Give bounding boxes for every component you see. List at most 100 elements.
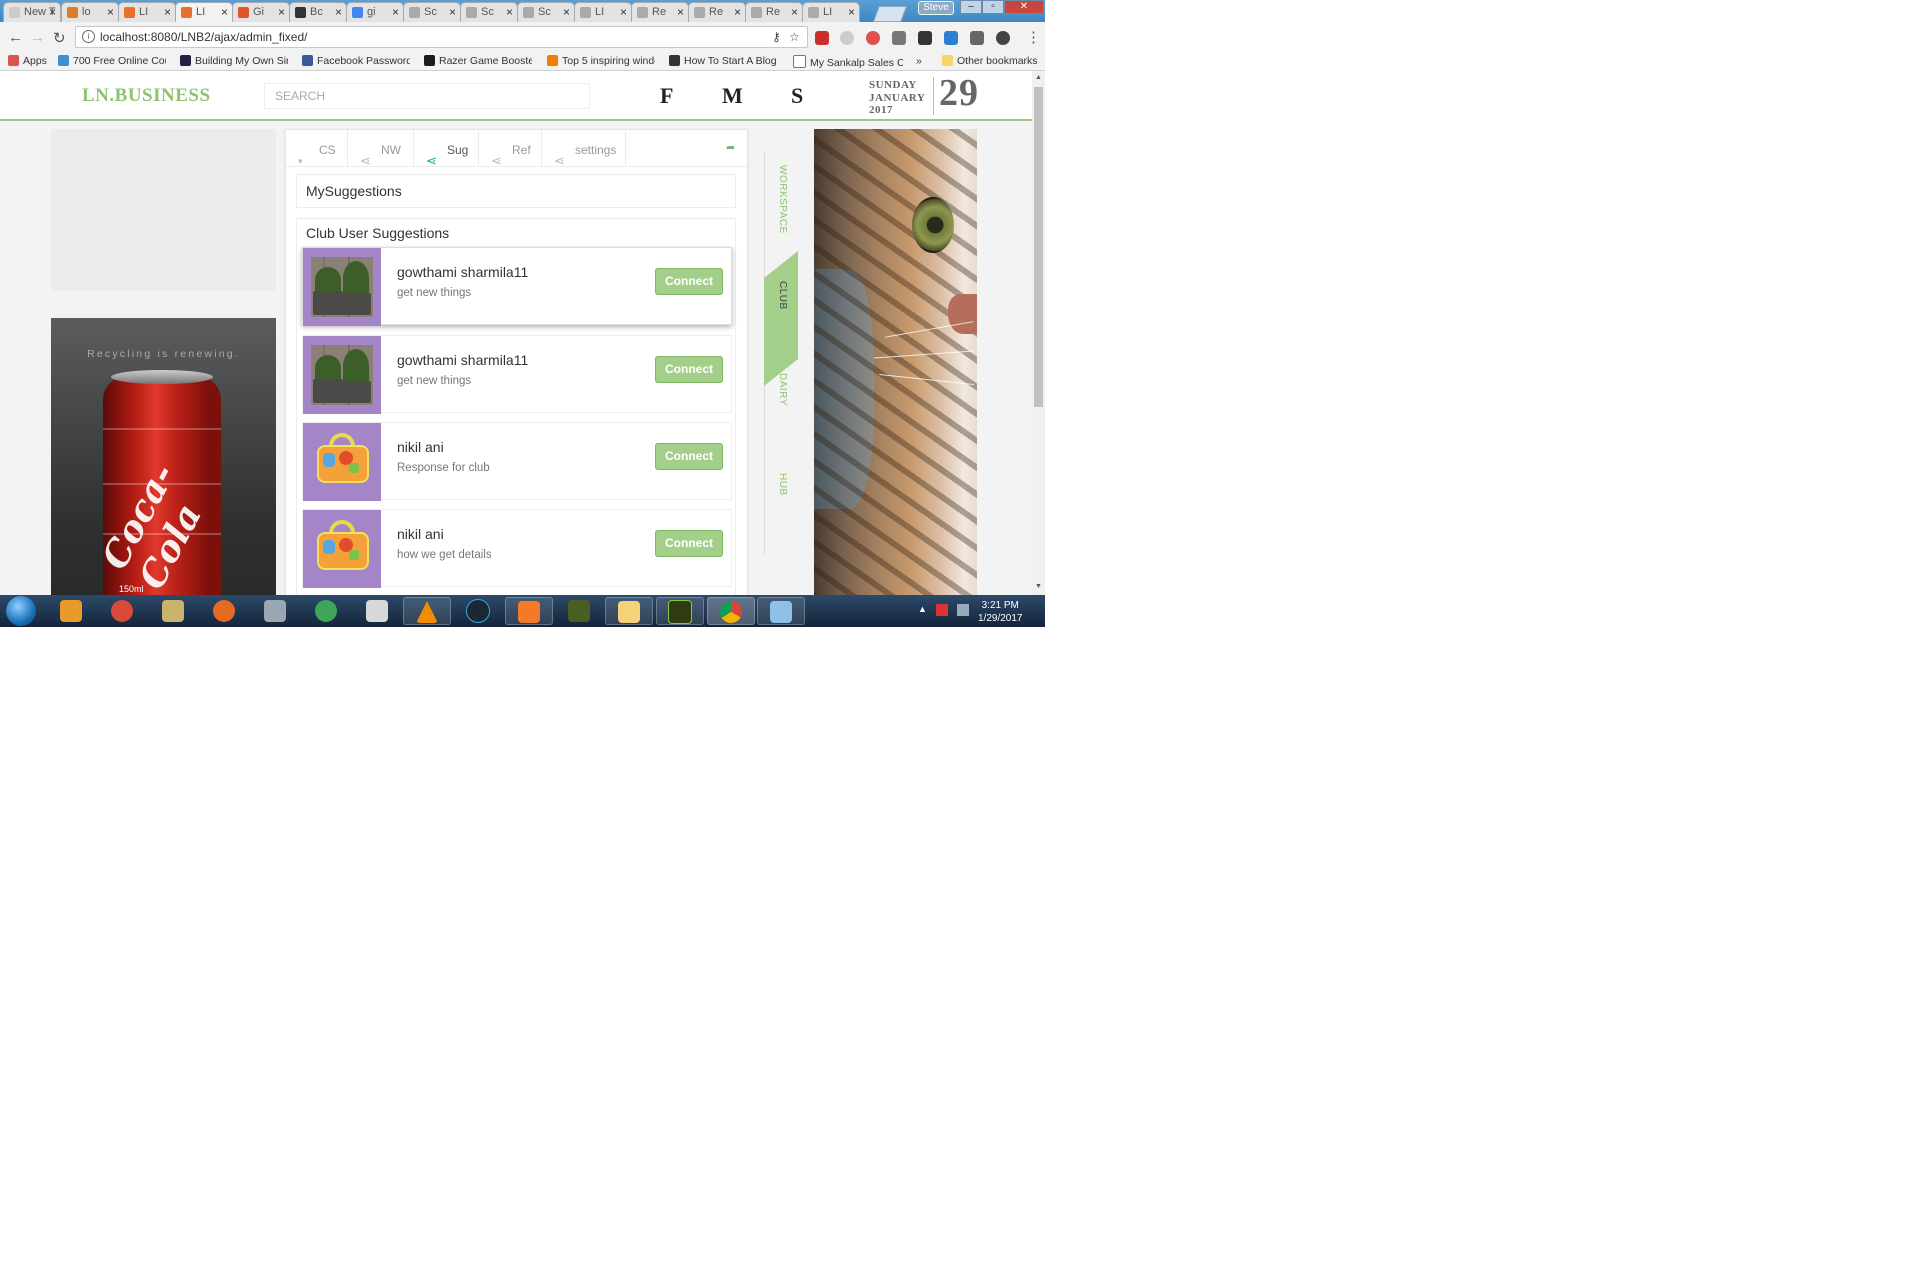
browser-tab[interactable]: Re × xyxy=(688,2,746,22)
reload-icon[interactable]: ↻ xyxy=(53,29,66,47)
site-info-icon[interactable]: i xyxy=(82,30,95,43)
bookmark-item[interactable]: Apps xyxy=(8,55,47,67)
system-clock[interactable]: 3:21 PM 1/29/2017 xyxy=(978,599,1023,625)
key-icon[interactable]: ⚷ xyxy=(772,30,781,44)
tab-close-icon[interactable]: × xyxy=(677,3,684,21)
side-nav-dairy[interactable]: DAIRY xyxy=(777,373,788,406)
tab-close-icon[interactable]: × xyxy=(107,3,114,21)
side-nav-club[interactable]: CLUB xyxy=(777,281,788,310)
tab-ref[interactable]: ⋖ Ref xyxy=(479,130,542,168)
connect-button[interactable]: Connect xyxy=(655,356,723,383)
tab-settings[interactable]: ⋖ settings xyxy=(542,130,626,168)
toolbox-icon[interactable] xyxy=(353,597,401,625)
browser-tab[interactable]: Sc × xyxy=(517,2,575,22)
tab-close-icon[interactable]: × xyxy=(392,3,399,21)
bookmark-item[interactable]: Facebook Password H xyxy=(302,55,410,67)
media-player-icon[interactable] xyxy=(47,597,95,625)
browser-tab[interactable]: Re × xyxy=(745,2,803,22)
extension-icon[interactable] xyxy=(840,31,854,45)
dreamweaver-icon[interactable] xyxy=(555,597,603,625)
tab-close-icon[interactable]: × xyxy=(221,3,228,21)
close-window-button[interactable]: ✕ xyxy=(1004,0,1044,14)
browser-tab[interactable]: LI × xyxy=(118,2,176,22)
tab-close-icon[interactable]: × xyxy=(164,3,171,21)
start-button[interactable] xyxy=(6,596,36,626)
bookmarks-overflow-icon[interactable]: » xyxy=(916,55,922,67)
new-tab-button[interactable] xyxy=(873,6,907,22)
side-nav-workspace[interactable]: WORKSPACE xyxy=(777,165,788,234)
minimize-button[interactable]: – xyxy=(960,0,982,14)
tab-close-icon[interactable]: × xyxy=(848,3,855,21)
tools-icon[interactable] xyxy=(149,597,197,625)
browser-tab[interactable]: Sc × xyxy=(403,2,461,22)
browser-tab[interactable]: Gi × xyxy=(232,2,290,22)
extension-icon[interactable] xyxy=(866,31,880,45)
tab-sug[interactable]: ⋖ Sug xyxy=(414,130,479,168)
scroll-down-icon[interactable]: ▼ xyxy=(1035,583,1042,590)
file-explorer-icon[interactable] xyxy=(605,597,653,625)
header-link-f[interactable]: F xyxy=(660,83,673,109)
browser-tab[interactable]: gi × xyxy=(346,2,404,22)
browser-tab[interactable]: Sc × xyxy=(460,2,518,22)
scrollbar-thumb[interactable] xyxy=(1034,87,1043,407)
browser-tab[interactable]: lo × xyxy=(61,2,119,22)
bookmark-item[interactable]: Razer Game Booster F xyxy=(424,55,532,67)
coca-cola-ad[interactable]: Recycling is renewing. Coca-Cola 150ml xyxy=(51,318,276,595)
bookmark-item[interactable]: Top 5 inspiring windo xyxy=(547,55,655,67)
back-icon[interactable]: ← xyxy=(8,29,23,46)
user-avatar[interactable] xyxy=(303,248,381,326)
dreamweaver-open-icon[interactable] xyxy=(656,597,704,625)
network-icon[interactable] xyxy=(936,604,948,616)
address-bar[interactable]: i localhost:8080/LNB2/ajax/admin_fixed/ … xyxy=(75,26,808,48)
user-name[interactable]: gowthami sharmila11 xyxy=(397,352,528,368)
bookmark-item[interactable]: Building My Own Siri xyxy=(180,55,288,67)
other-bookmarks[interactable]: Other bookmarks xyxy=(942,55,1038,67)
tab-close-icon[interactable]: × xyxy=(335,3,342,21)
bookmark-item[interactable]: How To Start A Blog T xyxy=(669,55,779,67)
browser-tab[interactable]: New T × xyxy=(3,2,61,22)
extension-icon[interactable] xyxy=(970,31,984,45)
tab-close-icon[interactable]: × xyxy=(506,3,513,21)
tab-close-icon[interactable]: × xyxy=(791,3,798,21)
camera-icon[interactable] xyxy=(892,31,906,45)
maximize-button[interactable]: ▫ xyxy=(982,0,1004,14)
connect-button[interactable]: Connect xyxy=(655,530,723,557)
profile-button[interactable]: Steve xyxy=(918,1,954,15)
browser-tab[interactable]: Bc × xyxy=(289,2,347,22)
atom-icon[interactable] xyxy=(302,597,350,625)
search-input[interactable] xyxy=(264,83,590,109)
browser-menu-icon[interactable]: ⋮ xyxy=(1026,28,1041,46)
vlc-icon[interactable] xyxy=(403,597,451,625)
user-name[interactable]: nikil ani xyxy=(397,439,444,455)
connect-button[interactable]: Connect xyxy=(655,443,723,470)
extension-icon[interactable] xyxy=(944,31,958,45)
extension-icon[interactable] xyxy=(815,31,829,45)
bookmark-star-icon[interactable]: ☆ xyxy=(789,30,800,44)
side-nav-hub[interactable]: HUB xyxy=(777,473,788,496)
header-link-m[interactable]: M xyxy=(722,83,743,109)
connect-button[interactable]: Connect xyxy=(655,268,723,295)
tab-close-icon[interactable]: × xyxy=(563,3,570,21)
tab-close-icon[interactable]: × xyxy=(49,3,56,21)
user-name[interactable]: gowthami sharmila11 xyxy=(397,264,528,280)
tab-close-icon[interactable]: × xyxy=(620,3,627,21)
firefox-icon[interactable] xyxy=(200,597,248,625)
logout-icon[interactable]: ➦ xyxy=(726,141,735,154)
tab-close-icon[interactable]: × xyxy=(449,3,456,21)
tray-expand-icon[interactable]: ▲ xyxy=(918,604,927,614)
tab-cs[interactable]: ▪ CS xyxy=(286,130,348,168)
app-icon[interactable] xyxy=(454,597,502,625)
tab-close-icon[interactable]: × xyxy=(278,3,285,21)
browser-tab[interactable]: LI × xyxy=(175,2,233,22)
page-scrollbar[interactable]: ▲ ▼ xyxy=(1032,71,1045,595)
browser-tab[interactable]: Re × xyxy=(631,2,689,22)
site-logo[interactable]: LN.BUSINESS xyxy=(82,85,211,107)
forward-icon[interactable]: → xyxy=(30,29,45,46)
chrome-icon[interactable] xyxy=(707,597,755,625)
user-avatar[interactable] xyxy=(303,336,381,414)
gear-icon[interactable] xyxy=(996,31,1010,45)
cat-ad-image[interactable] xyxy=(814,129,977,595)
paint-icon[interactable] xyxy=(98,597,146,625)
url-text[interactable]: localhost:8080/LNB2/ajax/admin_fixed/ xyxy=(100,30,307,44)
user-avatar[interactable] xyxy=(303,510,381,588)
